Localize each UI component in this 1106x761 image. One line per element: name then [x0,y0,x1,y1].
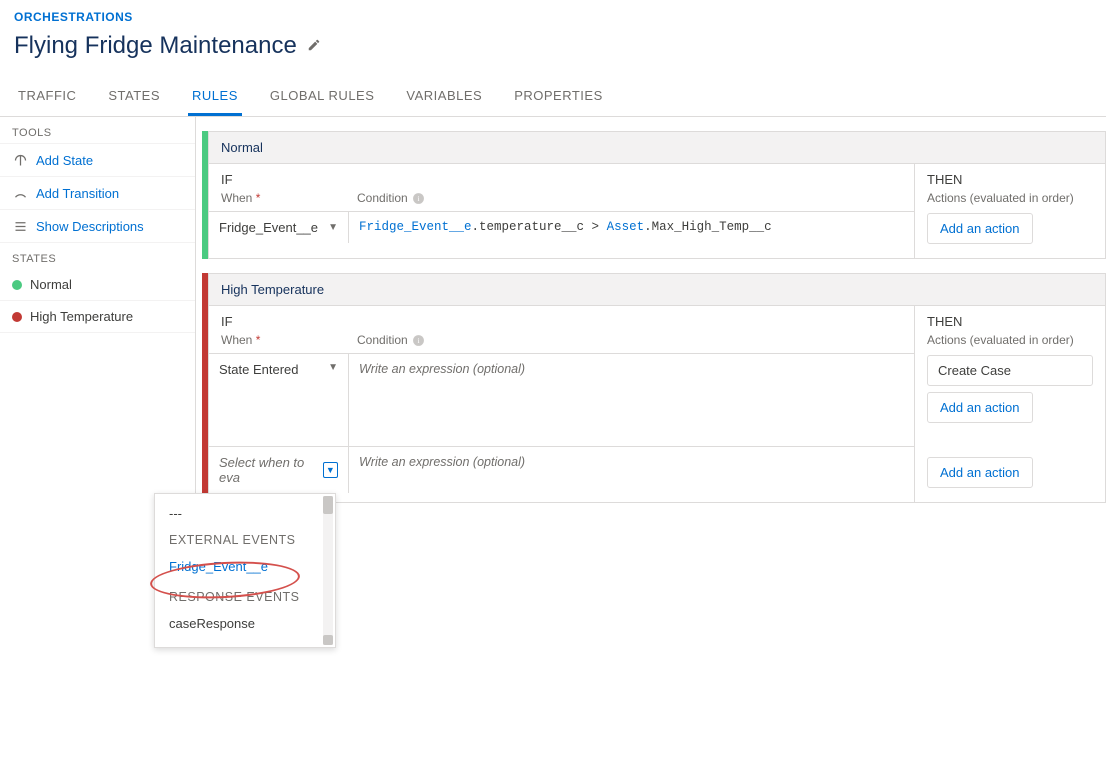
tab-rules[interactable]: RULES [188,78,242,116]
state-label: Normal [30,277,72,292]
dropdown-heading: EXTERNAL EVENTS [155,525,335,551]
then-label: THEN [927,314,1093,329]
scrollbar-thumb[interactable] [323,635,333,645]
then-sublabel: Actions (evaluated in order) [927,191,1093,205]
then-label: THEN [927,172,1093,187]
rule-block-normal: Normal IF When * Condition i [196,131,1106,259]
when-placeholder: Select when to eva [219,455,323,485]
token: Asset [607,220,645,234]
dropdown-heading: RESPONSE EVENTS [155,582,335,608]
breadcrumb[interactable]: ORCHESTRATIONS [14,10,1092,24]
svg-text:i: i [418,336,420,345]
list-icon [12,218,28,234]
add-transition-label: Add Transition [36,186,119,201]
required-indicator: * [256,333,261,347]
state-label: High Temperature [30,309,133,324]
add-state-tool[interactable]: Add State [0,143,195,177]
dropdown-item-fridge-event[interactable]: Fridge_Event__e [155,551,335,582]
add-action-button[interactable]: Add an action [927,457,1033,488]
rule-row: Fridge_Event__e ▼ Fridge_Event__e.temper… [209,211,914,243]
chevron-down-icon: ▼ [328,222,338,233]
tabs: TRAFFIC STATES RULES GLOBAL RULES VARIAB… [14,78,1092,116]
tab-global-rules[interactable]: GLOBAL RULES [266,78,379,116]
rule-title: High Temperature [209,274,1105,306]
token: Fridge_Event__e [359,220,472,234]
token: .Max_High_Temp__c [644,220,772,234]
add-action-button[interactable]: Add an action [927,213,1033,244]
chevron-down-icon: ▼ [328,362,338,373]
rule-title: Normal [209,132,1105,164]
add-action-button[interactable]: Add an action [927,392,1033,423]
scrollbar-thumb[interactable] [323,496,333,514]
when-dropdown: --- EXTERNAL EVENTS Fridge_Event__e RESP… [154,493,336,648]
when-label: When [221,191,252,205]
if-label: IF [209,306,914,333]
scrollbar[interactable] [323,496,333,645]
show-descriptions-tool[interactable]: Show Descriptions [0,210,195,243]
when-select[interactable]: State Entered ▼ [209,354,349,446]
when-select[interactable]: Select when to eva ▼ [209,447,349,493]
when-select[interactable]: Fridge_Event__e ▼ [209,212,349,243]
tab-variables[interactable]: VARIABLES [402,78,486,116]
tab-traffic[interactable]: TRAFFIC [14,78,80,116]
when-value: State Entered [219,362,299,377]
rule-row: Select when to eva ▼ Write an expression… [209,446,914,493]
action-item[interactable]: Create Case [927,355,1093,386]
tab-properties[interactable]: PROPERTIES [510,78,607,116]
rules-content: Normal IF When * Condition i [196,117,1106,517]
state-dot-icon [12,312,22,322]
required-indicator: * [256,191,261,205]
dropdown-item-case-response[interactable]: caseResponse [155,608,335,639]
tools-heading: TOOLS [0,117,195,143]
if-label: IF [209,164,914,191]
states-heading: STATES [0,243,195,269]
tab-states[interactable]: STATES [104,78,164,116]
add-transition-tool[interactable]: Add Transition [0,177,195,210]
rule-block-high-temperature: High Temperature IF When * Condition i [196,273,1106,503]
state-item-high-temperature[interactable]: High Temperature [0,301,195,333]
state-item-normal[interactable]: Normal [0,269,195,301]
condition-input[interactable]: Write an expression (optional) [349,447,914,493]
condition-input[interactable]: Fridge_Event__e.temperature__c > Asset.M… [349,212,914,243]
add-state-label: Add State [36,153,93,168]
edit-icon[interactable] [307,38,321,55]
then-sublabel: Actions (evaluated in order) [927,333,1093,347]
dropdown-separator: --- [155,502,335,525]
state-dot-icon [12,280,22,290]
page-title: Flying Fridge Maintenance [14,32,297,60]
token: .temperature__c > [472,220,607,234]
rule-row: State Entered ▼ Write an expression (opt… [209,353,914,446]
show-descriptions-label: Show Descriptions [36,219,144,234]
sidebar: TOOLS Add State Add Transition Show Desc… [0,117,196,517]
info-icon[interactable]: i [412,191,426,205]
condition-input[interactable]: Write an expression (optional) [349,354,914,446]
arc-icon [12,185,28,201]
info-icon[interactable]: i [412,333,426,347]
when-value: Fridge_Event__e [219,220,318,235]
condition-label: Condition [357,333,408,347]
plus-circle-icon [12,152,28,168]
svg-text:i: i [418,194,420,203]
chevron-down-icon: ▼ [323,462,338,478]
condition-label: Condition [357,191,408,205]
when-label: When [221,333,252,347]
